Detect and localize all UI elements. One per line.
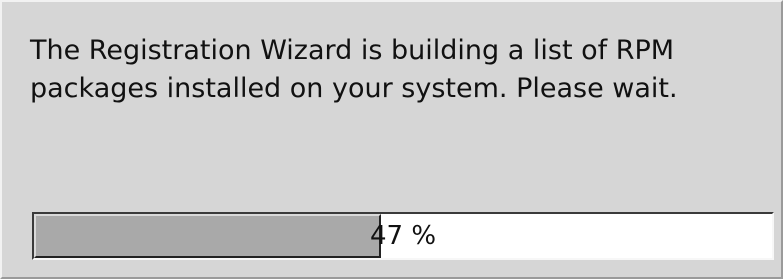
status-message-line-1: The Registration Wizard is building a li… (30, 35, 675, 66)
progress-bar-fill (34, 214, 381, 258)
status-message-line-2: packages installed on your system. Pleas… (30, 73, 678, 104)
registration-wizard-dialog: The Registration Wizard is building a li… (0, 0, 783, 279)
status-message: The Registration Wizard is building a li… (30, 32, 760, 108)
progress-bar: 47 % (32, 212, 774, 260)
